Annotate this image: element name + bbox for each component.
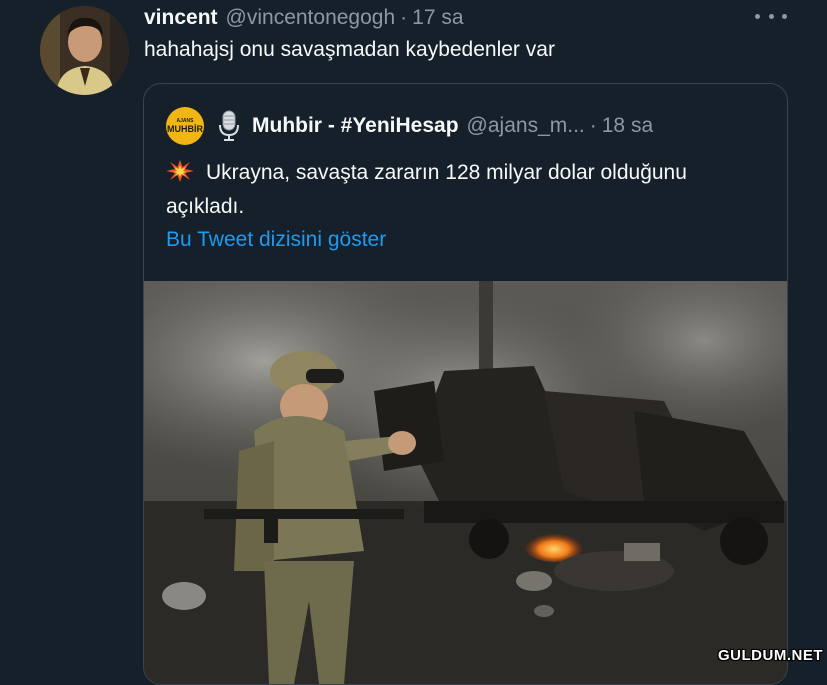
quoted-tweet-header: AJANS MUHBİR Muhbir - #YeniHesap @ajans_… bbox=[166, 106, 653, 146]
author-avatar[interactable] bbox=[40, 6, 129, 95]
war-scene-photo bbox=[144, 281, 787, 684]
microphone-icon bbox=[219, 110, 239, 141]
quoted-tweet-card[interactable]: AJANS MUHBİR Muhbir - #YeniHesap @ajans_… bbox=[143, 83, 788, 685]
quoted-header-separator: · bbox=[589, 114, 597, 137]
author-display-name[interactable]: vincent bbox=[144, 6, 218, 30]
collision-icon bbox=[166, 160, 194, 182]
quoted-author-avatar: AJANS MUHBİR bbox=[166, 107, 204, 145]
quoted-author-handle[interactable]: @ajans_m... bbox=[467, 114, 585, 138]
site-watermark: GULDUM.NET bbox=[718, 647, 823, 664]
logo-text-bottom: MUHBİR bbox=[167, 124, 203, 134]
tweet-header: vincent @vincentonegogh · 17 sa bbox=[144, 4, 464, 32]
quoted-tweet-text: Ukrayna, savaşta zararın 128 milyar dola… bbox=[166, 161, 687, 218]
avatar-photo bbox=[40, 6, 129, 95]
more-horizontal-icon[interactable] bbox=[755, 4, 787, 28]
quoted-tweet-text-block: Ukrayna, savaşta zararın 128 milyar dola… bbox=[166, 156, 766, 224]
tweet[interactable]: vincent @vincentonegogh · 17 sa hahahajs… bbox=[0, 0, 827, 685]
header-separator: · bbox=[400, 6, 408, 29]
author-handle[interactable]: @vincentonegogh bbox=[226, 6, 396, 30]
quoted-author-name[interactable]: Muhbir - #YeniHesap bbox=[252, 114, 459, 138]
show-thread-link[interactable]: Bu Tweet dizisini göster bbox=[166, 228, 386, 252]
quoted-tweet-timestamp[interactable]: 18 sa bbox=[602, 114, 653, 138]
quoted-tweet-image[interactable] bbox=[144, 281, 787, 684]
tweet-text: hahahajsj onu savaşmadan kaybedenler var bbox=[144, 38, 555, 61]
tweet-timestamp[interactable]: 17 sa bbox=[412, 6, 463, 30]
